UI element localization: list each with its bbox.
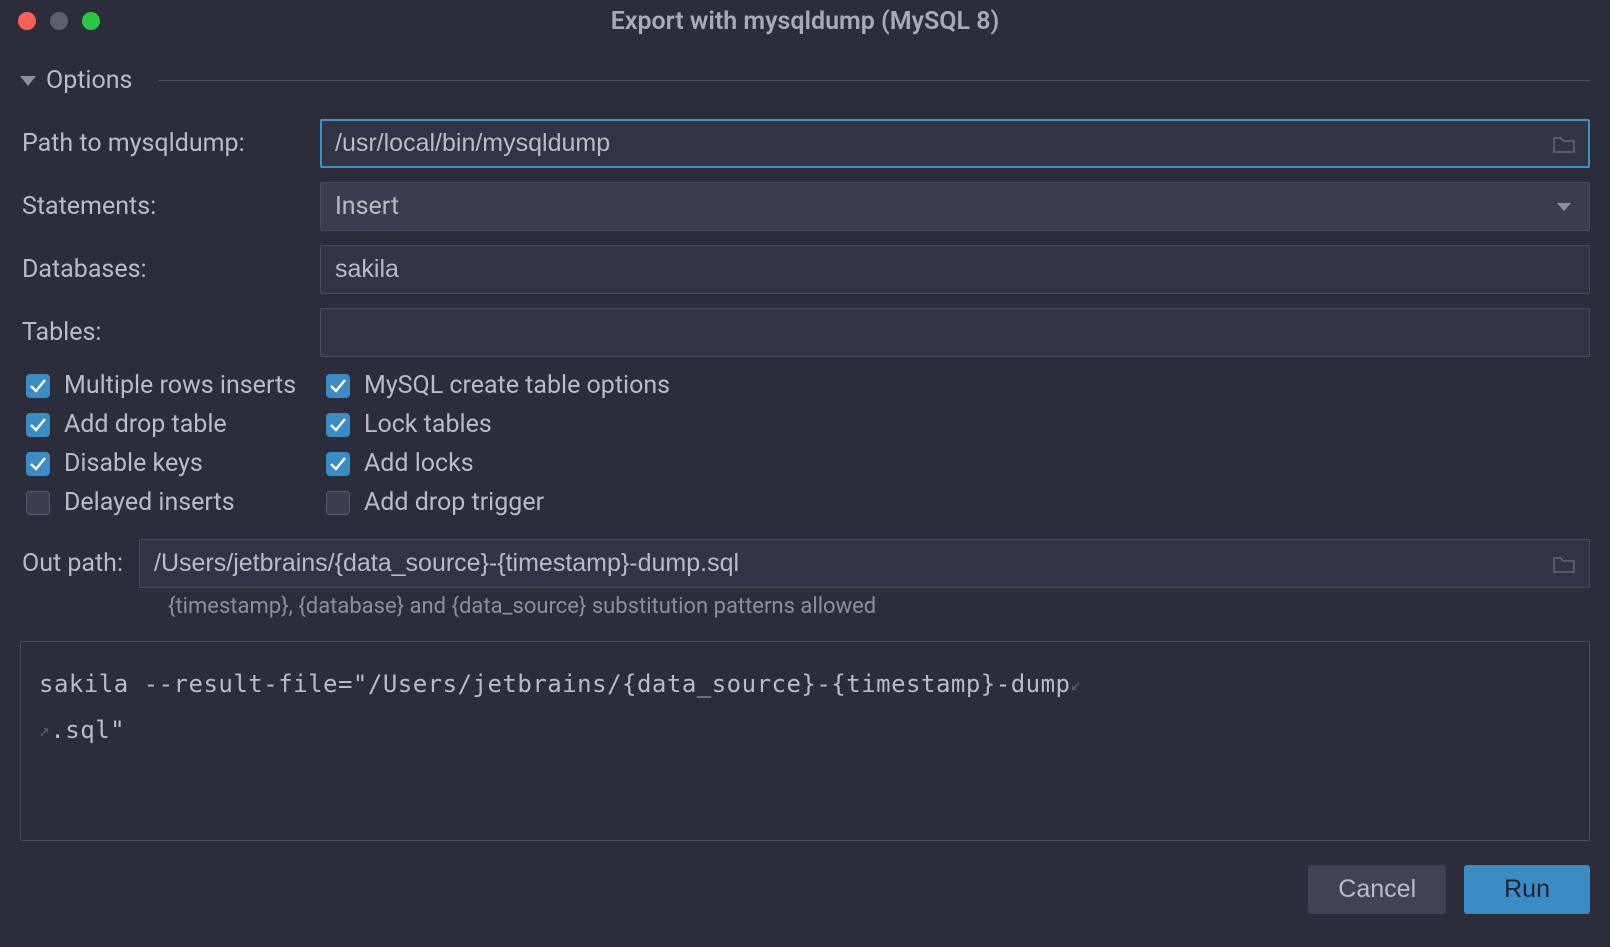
wrap-indicator-icon: ↙ (1071, 674, 1082, 695)
checkbox-add-drop-trigger[interactable]: Add drop trigger (326, 488, 1590, 517)
close-window-button[interactable] (18, 12, 36, 30)
button-bar: Cancel Run (0, 841, 1610, 934)
tables-label: Tables: (20, 318, 320, 347)
browse-outpath-icon[interactable] (1552, 554, 1576, 574)
checkbox-multiple-rows[interactable]: Multiple rows inserts (26, 371, 326, 400)
outpath-label: Out path: (20, 549, 123, 578)
checkbox-label: MySQL create table options (364, 371, 670, 400)
section-rule (158, 80, 1590, 81)
checkbox-icon (26, 413, 50, 437)
checkbox-label: Lock tables (364, 410, 492, 439)
window-title: Export with mysqldump (MySQL 8) (16, 7, 1594, 36)
minimize-window-button[interactable] (50, 12, 68, 30)
checkbox-icon (326, 413, 350, 437)
checkbox-label: Add drop table (64, 410, 227, 439)
wrap-indicator-icon: ↗ (39, 720, 50, 741)
window-controls (18, 12, 100, 30)
run-button[interactable]: Run (1464, 865, 1590, 914)
maximize-window-button[interactable] (82, 12, 100, 30)
databases-input[interactable] (320, 245, 1590, 294)
checkbox-add-drop-table[interactable]: Add drop table (26, 410, 326, 439)
checkbox-icon (26, 374, 50, 398)
section-title: Options (46, 66, 132, 95)
titlebar: Export with mysqldump (MySQL 8) (0, 0, 1610, 42)
path-input[interactable] (320, 119, 1590, 168)
checkbox-label: Delayed inserts (64, 488, 235, 517)
checkbox-icon (326, 491, 350, 515)
options-section-header[interactable]: Options (20, 66, 1590, 95)
tables-input[interactable] (320, 308, 1590, 357)
checkbox-lock-tables[interactable]: Lock tables (326, 410, 1590, 439)
command-line-2: .sql" (50, 716, 125, 744)
databases-label: Databases: (20, 255, 320, 284)
chevron-down-icon (1557, 203, 1571, 211)
statements-label: Statements: (20, 192, 320, 221)
checkbox-label: Multiple rows inserts (64, 371, 296, 400)
checkbox-label: Disable keys (64, 449, 203, 478)
command-line-1: sakila --result-file="/Users/jetbrains/{… (39, 670, 1071, 698)
checkbox-icon (26, 491, 50, 515)
checkbox-label: Add drop trigger (364, 488, 544, 517)
chevron-down-icon (20, 76, 36, 86)
outpath-input[interactable] (139, 539, 1590, 588)
checkbox-disable-keys[interactable]: Disable keys (26, 449, 326, 478)
checkbox-create-table-options[interactable]: MySQL create table options (326, 371, 1590, 400)
browse-path-icon[interactable] (1552, 134, 1576, 154)
cancel-button[interactable]: Cancel (1308, 865, 1446, 914)
checkbox-icon (26, 452, 50, 476)
statements-select[interactable]: Insert (320, 182, 1590, 231)
checkbox-icon (326, 452, 350, 476)
path-label: Path to mysqldump: (20, 129, 320, 158)
checkbox-delayed-inserts[interactable]: Delayed inserts (26, 488, 326, 517)
statements-value: Insert (335, 192, 399, 221)
outpath-hint: {timestamp}, {database} and {data_source… (168, 594, 1590, 619)
checkbox-icon (326, 374, 350, 398)
command-preview[interactable]: sakila --result-file="/Users/jetbrains/{… (20, 641, 1590, 841)
checkbox-add-locks[interactable]: Add locks (326, 449, 1590, 478)
checkbox-label: Add locks (364, 449, 474, 478)
